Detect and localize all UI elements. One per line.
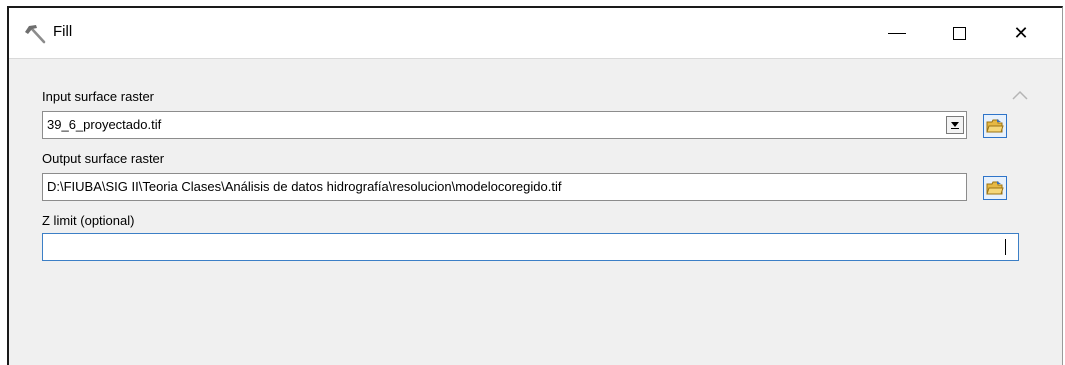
chevron-down-icon [951, 122, 959, 129]
title-bar[interactable]: Fill ✕ [9, 8, 1062, 58]
input-raster-browse-button[interactable] [983, 114, 1007, 138]
input-raster-label: Input surface raster [42, 89, 154, 104]
open-folder-icon [986, 119, 1004, 133]
maximize-icon [952, 26, 966, 40]
output-raster-label: Output surface raster [42, 151, 165, 166]
input-raster-select[interactable]: 39_6_proyectado.tif [42, 111, 967, 139]
input-raster-value: 39_6_proyectado.tif [47, 117, 162, 132]
maximize-button[interactable] [929, 8, 989, 58]
dropdown-arrow-button[interactable] [946, 116, 964, 134]
close-icon: ✕ [1013, 22, 1029, 43]
fill-tool-dialog: Fill ✕ Input surface raster 39_6_proyect… [7, 6, 1063, 365]
z-limit-input[interactable] [42, 233, 1019, 261]
minimize-icon [888, 32, 906, 34]
open-folder-icon [986, 181, 1004, 195]
close-button[interactable]: ✕ [991, 8, 1051, 58]
minimize-button[interactable] [867, 8, 927, 58]
window-title: Fill [53, 23, 73, 40]
z-limit-label: Z limit (optional) [42, 213, 135, 228]
scroll-up-icon[interactable] [1009, 88, 1031, 102]
text-cursor [1005, 239, 1006, 255]
hammer-icon [23, 23, 47, 45]
dialog-body: Input surface raster 39_6_proyectado.tif… [9, 58, 1062, 365]
output-raster-input[interactable]: D:\FIUBA\SIG II\Teoria Clases\Análisis d… [42, 173, 967, 201]
output-raster-browse-button[interactable] [983, 176, 1007, 200]
output-raster-value: D:\FIUBA\SIG II\Teoria Clases\Análisis d… [47, 179, 562, 194]
